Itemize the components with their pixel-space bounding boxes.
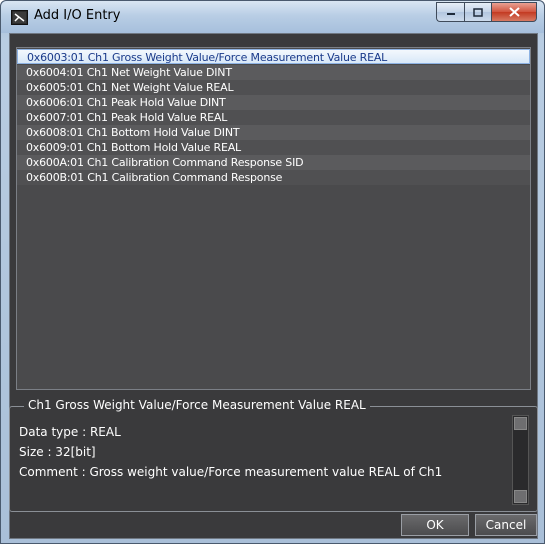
scroll-up-button[interactable] bbox=[514, 417, 527, 430]
details-scrollbar[interactable] bbox=[512, 415, 529, 505]
title-bar[interactable]: Add I/O Entry bbox=[1, 1, 544, 33]
list-item[interactable]: 0x6009:01 Ch1 Bottom Hold Value REAL bbox=[17, 140, 530, 155]
entry-details-group: Ch1 Gross Weight Value/Force Measurement… bbox=[9, 398, 538, 512]
minimize-button[interactable] bbox=[436, 2, 464, 22]
list-item[interactable]: 0x600B:01 Ch1 Calibration Command Respon… bbox=[17, 170, 530, 185]
list-item[interactable]: 0x600A:01 Ch1 Calibration Command Respon… bbox=[17, 155, 530, 170]
close-button[interactable] bbox=[491, 2, 537, 22]
dialog-content: 0x6003:01 Ch1 Gross Weight Value/Force M… bbox=[9, 33, 538, 539]
caption-buttons bbox=[436, 2, 537, 22]
close-icon bbox=[508, 7, 520, 17]
scroll-down-button[interactable] bbox=[514, 490, 527, 503]
list-item[interactable]: 0x6005:01 Ch1 Net Weight Value REAL bbox=[17, 80, 530, 95]
details-title: Ch1 Gross Weight Value/Force Measurement… bbox=[24, 398, 370, 412]
io-entry-list[interactable]: 0x6003:01 Ch1 Gross Weight Value/Force M… bbox=[16, 47, 531, 390]
maximize-button[interactable] bbox=[464, 2, 491, 22]
app-icon bbox=[11, 10, 28, 25]
minimize-icon bbox=[446, 13, 455, 15]
list-item[interactable]: 0x6004:01 Ch1 Net Weight Value DINT bbox=[17, 65, 530, 80]
window-title: Add I/O Entry bbox=[34, 8, 121, 23]
comment-text: Comment : Gross weight value/Force measu… bbox=[19, 465, 443, 479]
list-item[interactable]: 0x6007:01 Ch1 Peak Hold Value REAL bbox=[17, 110, 530, 125]
size-text: Size : 32[bit] bbox=[19, 445, 96, 459]
list-item[interactable]: 0x6003:01 Ch1 Gross Weight Value/Force M… bbox=[17, 49, 530, 64]
data-type-text: Data type : REAL bbox=[19, 425, 121, 439]
list-item[interactable]: 0x6006:01 Ch1 Peak Hold Value DINT bbox=[17, 95, 530, 110]
maximize-icon bbox=[473, 7, 483, 17]
add-io-entry-dialog: Add I/O Entry 0x6003:01 Ch1 Gross Weight… bbox=[0, 0, 545, 544]
list-item[interactable]: 0x6008:01 Ch1 Bottom Hold Value DINT bbox=[17, 125, 530, 140]
cancel-button[interactable]: Cancel bbox=[475, 514, 537, 536]
ok-button[interactable]: OK bbox=[401, 514, 469, 536]
